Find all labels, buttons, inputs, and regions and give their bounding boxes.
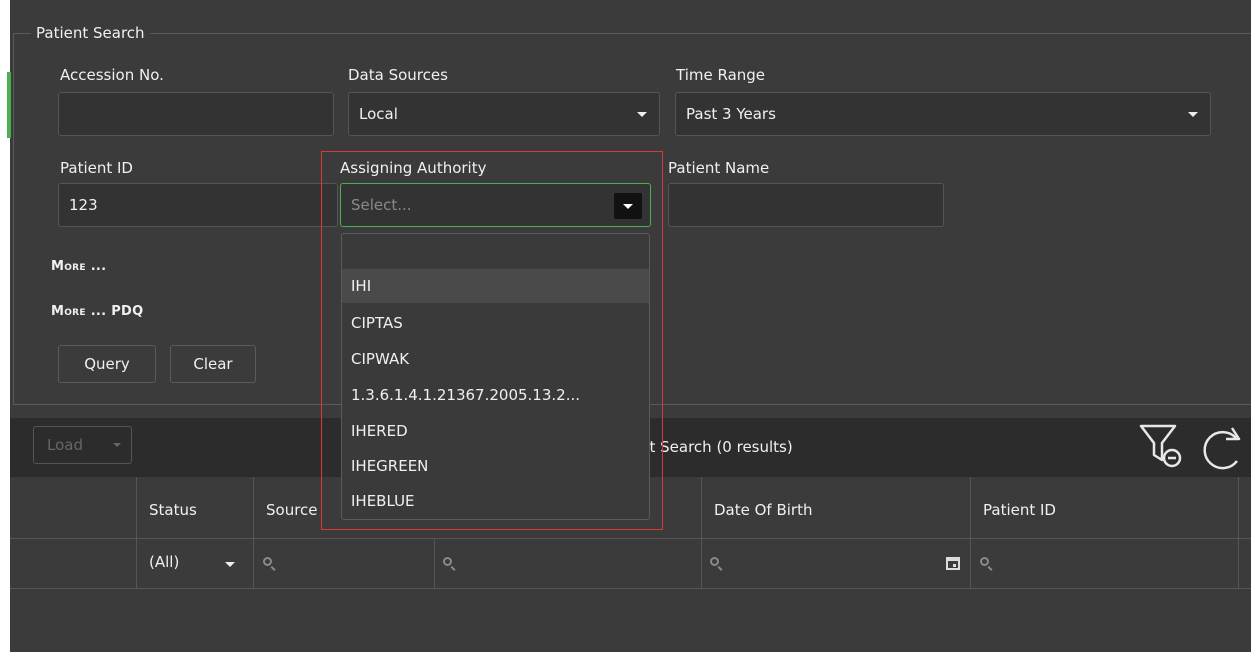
dropdown-option-empty[interactable] xyxy=(342,236,649,270)
assigning-authority-placeholder: Select... xyxy=(351,196,412,214)
dropdown-option-oid[interactable]: 1.3.6.1.4.1.21367.2005.13.2... xyxy=(342,378,649,412)
time-range-label: Time Range xyxy=(676,66,766,84)
column-divider xyxy=(434,539,435,589)
accession-input[interactable] xyxy=(58,92,334,136)
more-link[interactable]: More ... xyxy=(51,259,106,274)
calendar-icon[interactable] xyxy=(946,556,960,570)
patient-name-input[interactable] xyxy=(668,183,944,227)
clear-button[interactable]: Clear xyxy=(170,345,256,383)
search-icon xyxy=(710,557,719,566)
data-sources-label: Data Sources xyxy=(348,66,448,84)
column-header-status[interactable]: Status xyxy=(149,501,197,519)
grid-filter-row xyxy=(10,539,1251,589)
column-divider xyxy=(136,477,137,589)
assigning-authority-dropdown: IHI CIPTAS CIPWAK 1.3.6.1.4.1.21367.2005… xyxy=(341,233,650,520)
patient-name-label: Patient Name xyxy=(668,159,770,177)
chevron-down-icon xyxy=(1188,112,1198,117)
dropdown-option-ciptas[interactable]: CIPTAS xyxy=(342,306,649,340)
search-icon xyxy=(263,557,272,566)
accession-label: Accession No. xyxy=(60,66,164,84)
assigning-authority-select[interactable]: Select... xyxy=(340,183,651,227)
dropdown-option-iheblue[interactable]: IHEBLUE xyxy=(342,484,649,518)
time-range-value: Past 3 Years xyxy=(686,105,776,123)
dropdown-option-ihi[interactable]: IHI xyxy=(342,269,649,303)
dropdown-toggle-button[interactable] xyxy=(614,193,642,219)
status-filter-select[interactable]: (All) xyxy=(149,553,179,571)
column-divider xyxy=(1238,477,1239,589)
data-sources-select[interactable]: Local xyxy=(348,92,660,136)
dropdown-option-ihegreen[interactable]: IHEGREEN xyxy=(342,449,649,483)
time-range-select[interactable]: Past 3 Years xyxy=(675,92,1211,136)
data-sources-value: Local xyxy=(359,105,398,123)
query-button[interactable]: Query xyxy=(58,345,156,383)
column-divider xyxy=(701,477,702,589)
column-header-patient-id[interactable]: Patient ID xyxy=(983,501,1056,519)
clear-filter-icon[interactable] xyxy=(1138,423,1188,473)
column-divider xyxy=(970,477,971,589)
chevron-down-icon xyxy=(113,443,121,447)
more-pdq-link[interactable]: More ... PDQ xyxy=(51,304,144,319)
search-icon xyxy=(980,557,989,566)
grid-title: nt Search (0 results) xyxy=(640,438,793,456)
panel-legend: Patient Search xyxy=(31,24,150,42)
refresh-icon[interactable] xyxy=(1196,423,1251,473)
assigning-authority-label: Assigning Authority xyxy=(340,159,487,177)
search-icon xyxy=(443,557,452,566)
dropdown-option-ihered[interactable]: IHERED xyxy=(342,414,649,448)
column-header-date-of-birth[interactable]: Date Of Birth xyxy=(714,501,813,519)
active-indicator xyxy=(7,72,11,138)
column-divider xyxy=(253,477,254,589)
chevron-down-icon xyxy=(225,562,235,567)
dropdown-option-cipwak[interactable]: CIPWAK xyxy=(342,342,649,376)
patient-id-input[interactable]: 123 xyxy=(58,183,338,227)
chevron-down-icon xyxy=(637,112,647,117)
patient-id-label: Patient ID xyxy=(60,159,133,177)
column-header-source[interactable]: Source xyxy=(266,501,318,519)
